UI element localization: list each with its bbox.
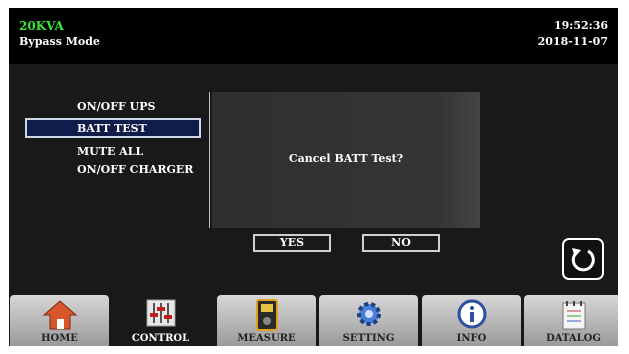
no-button[interactable]: NO xyxy=(362,234,440,252)
meter-icon xyxy=(255,299,278,331)
menu-item-batt-test[interactable]: BATT TEST xyxy=(77,122,147,135)
tab-info[interactable]: INFO xyxy=(422,295,521,346)
sliders-icon xyxy=(146,299,175,327)
clock-date: 2018-11-07 xyxy=(537,35,608,48)
tab-home[interactable]: HOME xyxy=(10,295,109,346)
tab-control-label: CONTROL xyxy=(131,333,190,344)
refresh-button[interactable] xyxy=(562,238,604,280)
yes-button[interactable]: YES xyxy=(253,234,331,252)
notepad-icon xyxy=(562,301,585,330)
ups-screen: 20KVA Bypass Mode 19:52:36 2018-11-07 ON… xyxy=(9,8,618,346)
tab-datalog[interactable]: DATALOG xyxy=(524,295,618,346)
tab-info-label: INFO xyxy=(456,333,487,344)
model-label: 20KVA xyxy=(19,19,64,33)
status-bar: 20KVA Bypass Mode 19:52:36 2018-11-07 xyxy=(9,8,618,64)
tab-control[interactable]: CONTROL xyxy=(111,295,210,346)
dialog-message: Cancel BATT Test? xyxy=(288,152,404,165)
menu-item-mute-all[interactable]: MUTE ALL xyxy=(77,145,143,158)
tab-measure[interactable]: MEASURE xyxy=(217,295,316,346)
menu-item-onoff-charger[interactable]: ON/OFF CHARGER xyxy=(77,163,193,176)
menu-divider xyxy=(209,92,210,228)
gear-icon xyxy=(356,302,381,326)
refresh-icon xyxy=(571,248,595,272)
mode-label: Bypass Mode xyxy=(19,35,100,48)
tab-measure-label: MEASURE xyxy=(237,333,296,344)
tab-home-label: HOME xyxy=(41,333,78,344)
tab-datalog-label: DATALOG xyxy=(546,333,601,344)
tab-setting-label: SETTING xyxy=(342,333,395,344)
info-icon xyxy=(457,299,486,329)
tab-setting[interactable]: SETTING xyxy=(319,295,418,346)
clock-time: 19:52:36 xyxy=(553,19,608,32)
menu-item-onoff-ups[interactable]: ON/OFF UPS xyxy=(77,100,156,113)
home-icon xyxy=(42,300,77,330)
confirm-dialog: Cancel BATT Test? xyxy=(212,92,480,228)
